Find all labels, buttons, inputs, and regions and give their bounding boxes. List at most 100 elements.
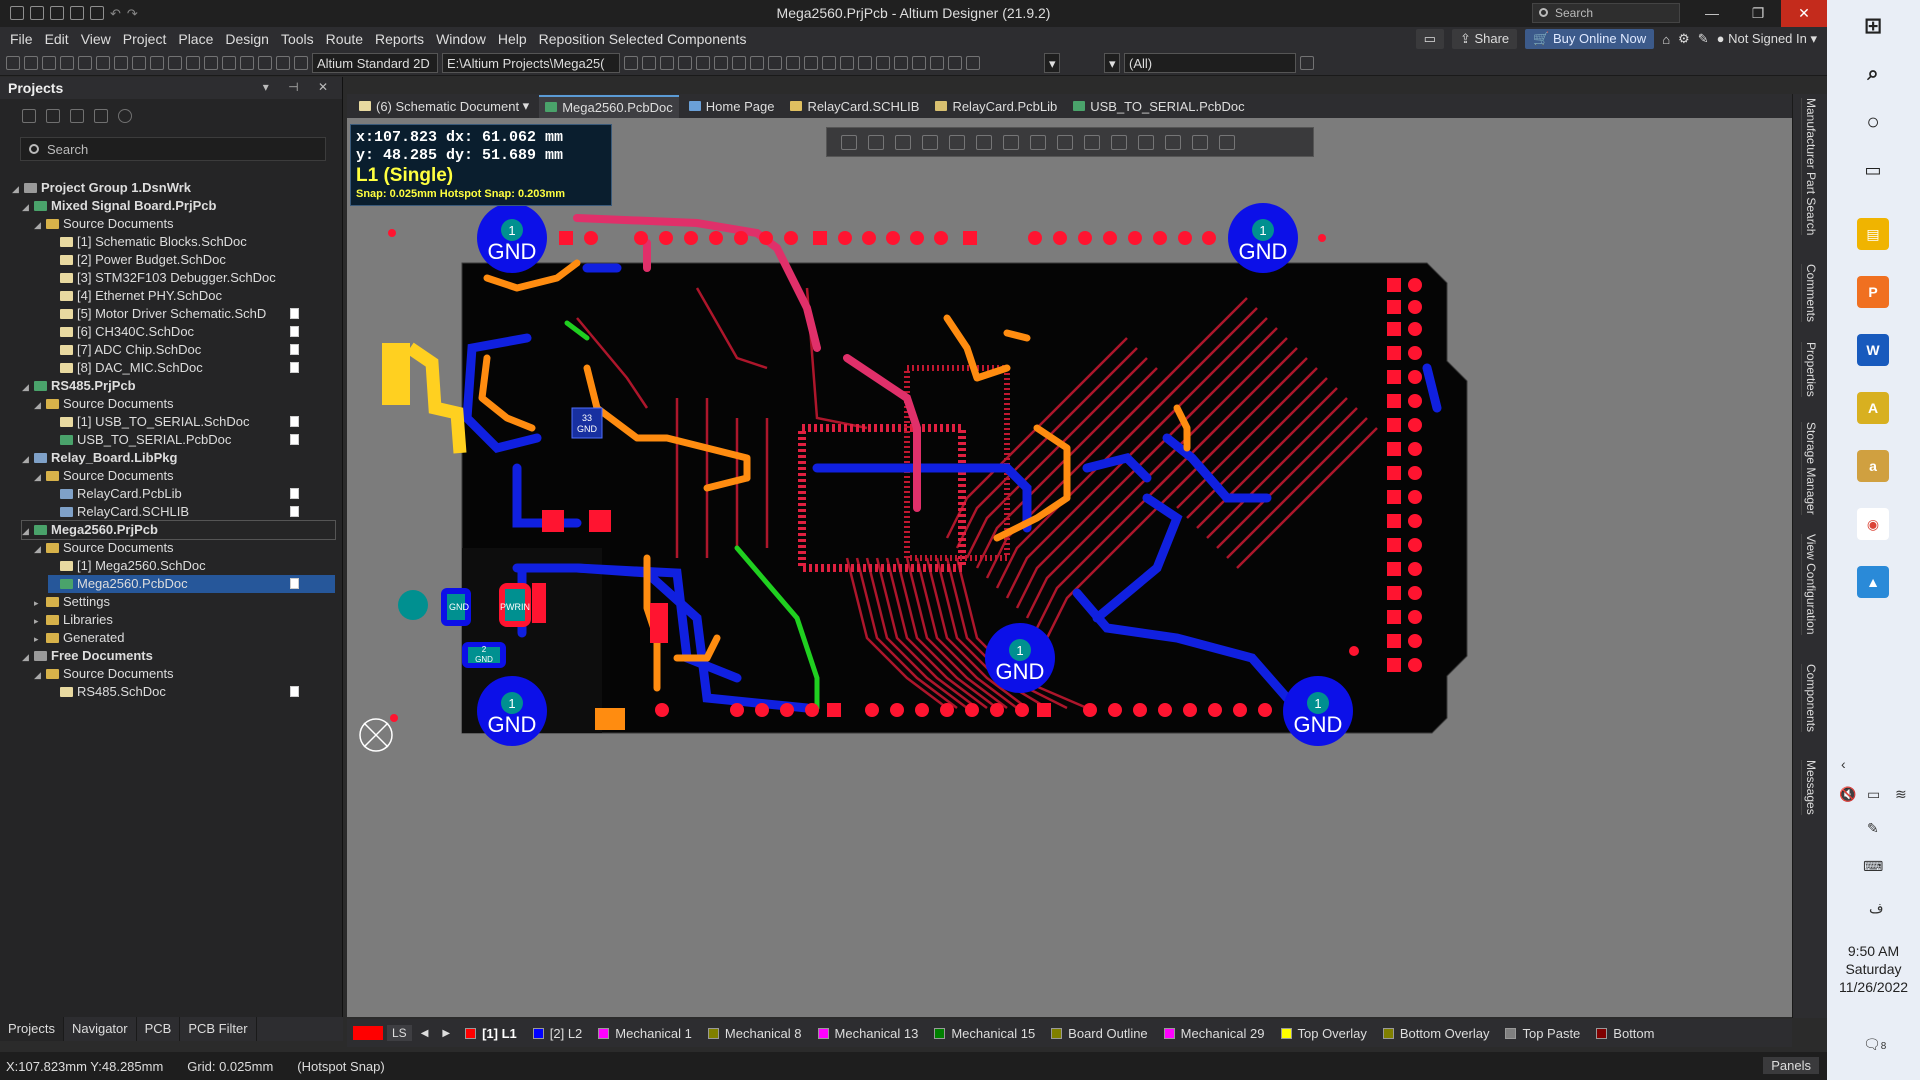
account-button[interactable]: ● Not Signed In ▾ [1717,31,1817,47]
expand-chevron-icon[interactable]: ◢ [34,468,46,486]
expand-chevron-icon[interactable]: ▸ [34,594,46,612]
pen-icon[interactable]: ✎ [1867,820,1879,837]
tree-item[interactable]: ◢ Source Documents [34,539,174,557]
cut-icon[interactable] [114,56,128,70]
tree-item[interactable]: [1] Mega2560.SchDoc [48,557,206,575]
projects-search-input[interactable]: Search [20,137,326,161]
tree-item[interactable]: [7] ADC Chip.SchDoc [48,341,299,359]
close-button[interactable]: ✕ [1781,0,1827,27]
tree-item[interactable]: [3] STM32F103 Debugger.SchDoc [48,269,276,287]
search-icon[interactable]: ⌕ [1857,58,1889,90]
tree-item[interactable]: [1] Schematic Blocks.SchDoc [48,233,247,251]
keyboard-icon[interactable]: ⌨ [1863,858,1883,875]
expand-chevron-icon[interactable]: ▸ [34,630,46,648]
tree-item[interactable]: RS485.SchDoc [48,683,299,701]
tab-mega2560-pcbdoc[interactable]: Mega2560.PcbDoc [539,94,679,118]
layer-tab[interactable]: Mechanical 8 [702,1026,808,1041]
select-icon[interactable] [222,56,236,70]
menu-window[interactable]: Window [430,31,492,47]
pcb-board-view[interactable]: 1GND 1GND 1GND 1GND 1GND 33 GND GND PWRI… [347,118,1792,1017]
tree-item[interactable]: ▸ Generated [34,629,124,647]
layer-tab[interactable]: Bottom [1590,1026,1660,1041]
multi-route-icon[interactable] [732,56,746,70]
move-icon[interactable] [895,135,911,150]
dropdown-arrow-icon[interactable]: ▾ [1044,53,1060,73]
route-icon[interactable] [678,56,692,70]
tree-item[interactable]: ◢ Free Documents [22,647,153,665]
expand-chevron-icon[interactable]: ◢ [22,198,34,216]
tree-item[interactable]: ▸ Settings [34,593,110,611]
tab-comments[interactable]: Comments [1801,264,1818,323]
expand-chevron-icon[interactable]: ◢ [34,396,46,414]
rubber-stamp-icon[interactable] [168,56,182,70]
tree-item[interactable]: ◢ RS485.PrjPcb [22,377,136,395]
expand-chevron-icon[interactable]: ◢ [22,522,34,540]
tab-projects[interactable]: Projects [0,1017,64,1041]
back-icon[interactable] [624,56,638,70]
polygon-icon[interactable] [840,56,854,70]
fill-icon[interactable] [1084,135,1100,150]
filter-select[interactable]: (All) [1124,53,1296,73]
tree-item[interactable]: ◢ Mixed Signal Board.PrjPcb [22,197,216,215]
save-icon[interactable] [24,56,38,70]
windows-start-icon[interactable]: ⊞ [1857,10,1889,42]
altium-icon[interactable]: A [1857,392,1889,424]
distribute-icon[interactable] [930,56,944,70]
length-tune-icon[interactable] [750,56,764,70]
menu-place[interactable]: Place [172,31,219,47]
dimension-icon[interactable] [1138,135,1154,150]
tab-pcb-filter[interactable]: PCB Filter [180,1017,257,1041]
tree-item[interactable]: ◢ Source Documents [34,215,174,233]
save-project-icon[interactable] [46,109,60,123]
cortana-icon[interactable]: ○ [1857,106,1889,138]
battery-icon[interactable]: ▭ [1867,786,1880,803]
grid-icon[interactable] [966,56,980,70]
component-icon[interactable] [876,56,890,70]
tree-item[interactable]: ▸ Libraries [34,611,113,629]
tab-components[interactable]: Components [1801,664,1818,733]
tab-pcb[interactable]: PCB [137,1017,181,1041]
share-button[interactable]: ⇪ Share [1451,29,1518,49]
layer-tab[interactable]: Mechanical 15 [928,1026,1041,1041]
restore-button[interactable]: ❐ [1735,0,1781,27]
layer-tab-l1[interactable]: [1] L1 [459,1026,523,1041]
altium-app-icon[interactable]: a [1857,450,1889,482]
home-icon[interactable]: ⌂ [1662,32,1670,47]
undo-icon[interactable] [258,56,272,70]
layer-tab[interactable]: Top Overlay [1275,1026,1373,1041]
menu-reposition-selected-components[interactable]: Reposition Selected Components [533,31,753,47]
tree-item[interactable]: ◢ Project Group 1.DsnWrk [12,179,191,197]
zoom-selected-icon[interactable] [78,56,92,70]
menu-reports[interactable]: Reports [369,31,430,47]
layer-tab[interactable]: [2] L2 [527,1026,589,1041]
tree-item[interactable]: [5] Motor Driver Schematic.SchD [48,305,299,323]
file-explorer-icon[interactable]: ▤ [1857,218,1889,250]
tree-item[interactable]: [1] USB_TO_SERIAL.SchDoc [48,413,299,431]
tab-relaycard-schlib[interactable]: RelayCard.SCHLIB [784,96,925,117]
layer-tab[interactable]: Board Outline [1045,1026,1154,1041]
tab-manufacturer-part-search[interactable]: Manufacturer Part Search [1801,98,1818,236]
interactive-route-icon[interactable] [1003,135,1019,150]
print-icon[interactable] [42,56,56,70]
workspace-icon[interactable] [22,109,36,123]
comment-icon[interactable]: ▭ [1415,29,1444,49]
photos-icon[interactable]: ▲ [1857,566,1889,598]
tree-item[interactable]: [6] CH340C.SchDoc [48,323,299,341]
paste-icon[interactable] [150,56,164,70]
pdf-reader-icon[interactable]: P [1857,276,1889,308]
select-area-icon[interactable] [186,56,200,70]
menu-help[interactable]: Help [492,31,533,47]
input-language-indicator[interactable]: ف [1869,900,1884,917]
filter-icon[interactable] [841,135,857,150]
system-clock[interactable]: 9:50 AM Saturday 11/26/2022 [1827,942,1920,996]
project-path-select[interactable]: E:\Altium Projects\Mega25( [442,53,620,73]
expand-chevron-icon[interactable]: ◢ [34,666,46,684]
line-icon[interactable] [1192,135,1208,150]
layer-next-arrow-icon[interactable]: ▶ [437,1028,455,1039]
copy-icon[interactable] [132,56,146,70]
global-search-input[interactable]: Search [1532,3,1680,23]
tree-item[interactable]: [4] Ethernet PHY.SchDoc [48,287,222,305]
tree-item[interactable]: ◢ Source Documents [34,665,174,683]
interactive-route-icon[interactable] [696,56,710,70]
select-area-icon[interactable] [922,135,938,150]
